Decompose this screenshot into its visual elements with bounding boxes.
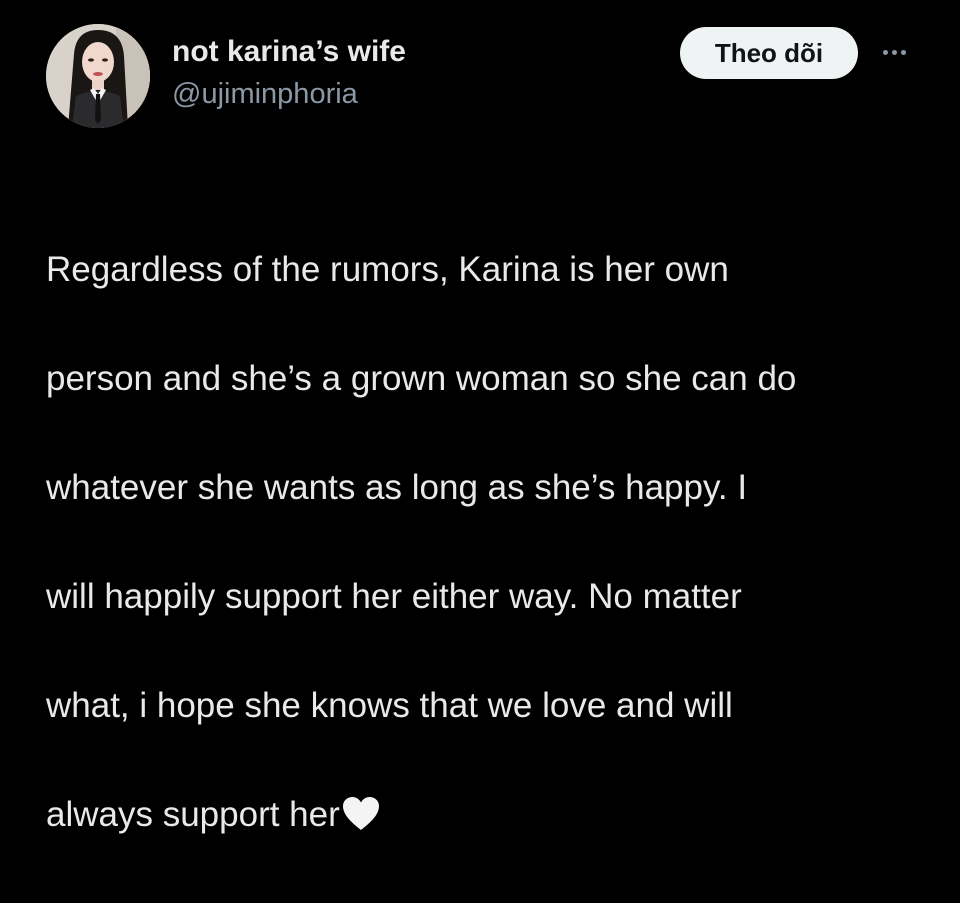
- more-dot: [882, 49, 888, 55]
- tweet-text-line: always support her: [46, 794, 340, 834]
- tweet-text-line: what, i hope she knows that we love and …: [46, 685, 733, 725]
- author-names: not karina’s wife @ujiminphoria: [172, 34, 406, 112]
- tweet-text-line: whatever she wants as long as she’s happ…: [46, 467, 748, 507]
- author-display-name[interactable]: not karina’s wife: [172, 34, 406, 70]
- tweet-text-line: Regardless of the rumors, Karina is her …: [46, 249, 729, 289]
- tweet-text-line: will happily support her either way. No …: [46, 576, 742, 616]
- tweet-text-last-line: always support her: [46, 788, 936, 849]
- tweet-text-line: person and she’s a grown woman so she ca…: [46, 358, 797, 398]
- author-handle[interactable]: @ujiminphoria: [172, 76, 406, 112]
- tweet-card: not karina’s wife @ujiminphoria Theo dõi…: [0, 0, 960, 834]
- author-avatar[interactable]: [46, 24, 150, 128]
- tweet-text: Regardless of the rumors, Karina is her …: [46, 188, 936, 903]
- more-options-icon[interactable]: [874, 38, 914, 66]
- white-heart-icon: [342, 794, 380, 849]
- more-dot: [891, 49, 897, 55]
- follow-button[interactable]: Theo dõi: [680, 27, 858, 79]
- avatar-photo-icon: [46, 24, 150, 128]
- more-dot: [900, 49, 906, 55]
